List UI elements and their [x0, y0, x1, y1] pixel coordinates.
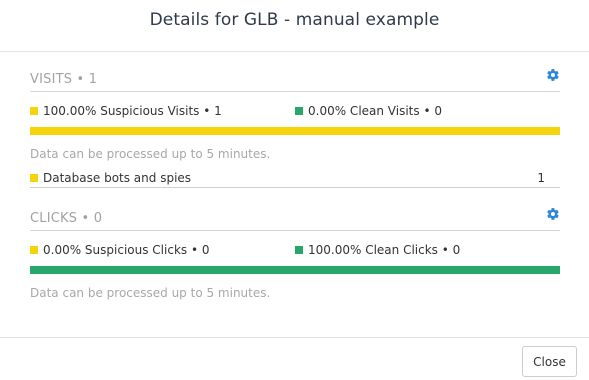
dialog-header: Details for GLB - manual example	[0, 0, 589, 52]
visits-clean-stat: 0.00% Clean Visits • 0	[295, 104, 442, 118]
clicks-clean-label: 100.00% Clean Clicks • 0	[308, 243, 461, 257]
visits-section-title: VISITS • 1	[30, 72, 98, 87]
clean-swatch	[295, 107, 303, 115]
table-row: Database bots and spies 1	[30, 171, 560, 188]
gear-icon[interactable]	[546, 68, 560, 82]
clicks-suspicious-stat: 0.00% Suspicious Clicks • 0	[30, 243, 210, 257]
clicks-clean-stat: 100.00% Clean Clicks • 0	[295, 243, 460, 257]
visits-section-header: VISITS • 1	[30, 69, 560, 92]
suspicious-swatch	[30, 246, 38, 254]
visits-suspicious-fill	[30, 127, 560, 135]
dialog-footer: Close	[0, 337, 589, 380]
visits-suspicious-label: 100.00% Suspicious Visits • 1	[43, 104, 222, 118]
clicks-ratio-bar	[30, 266, 560, 274]
dialog-title: Details for GLB - manual example	[149, 10, 440, 30]
suspicious-swatch	[30, 174, 38, 182]
clicks-processing-note: Data can be processed up to 5 minutes.	[30, 286, 271, 300]
row-value: 1	[537, 171, 545, 185]
clicks-clean-fill	[30, 266, 560, 274]
suspicious-swatch	[30, 107, 38, 115]
gear-icon[interactable]	[546, 207, 560, 221]
clicks-section-header: CLICKS • 0	[30, 208, 560, 231]
visits-suspicious-stat: 100.00% Suspicious Visits • 1	[30, 104, 222, 118]
visits-processing-note: Data can be processed up to 5 minutes.	[30, 147, 271, 161]
details-dialog: Details for GLB - manual example VISITS …	[0, 0, 589, 380]
clean-swatch	[295, 246, 303, 254]
row-label: Database bots and spies	[30, 171, 191, 185]
clicks-section-title: CLICKS • 0	[30, 211, 103, 226]
visits-clean-label: 0.00% Clean Visits • 0	[308, 104, 442, 118]
clicks-suspicious-label: 0.00% Suspicious Clicks • 0	[43, 243, 210, 257]
close-button[interactable]: Close	[522, 346, 577, 377]
row-label-text: Database bots and spies	[43, 171, 192, 185]
visits-ratio-bar	[30, 127, 560, 135]
